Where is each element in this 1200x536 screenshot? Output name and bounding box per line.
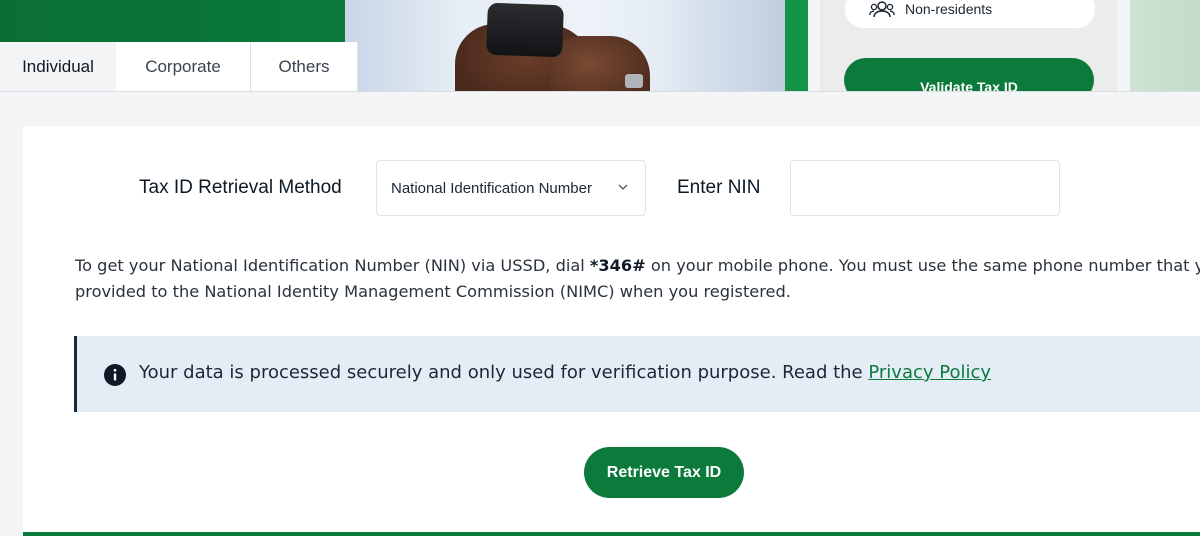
hero-image	[345, 0, 785, 92]
privacy-notice-text: Your data is processed securely and only…	[139, 362, 992, 383]
non-residents-option[interactable]: Non-residents	[845, 0, 1095, 28]
chevron-down-icon	[618, 184, 628, 190]
nin-label: Enter NIN	[677, 177, 761, 198]
info-icon	[104, 364, 126, 386]
tab-corporate[interactable]: Corporate	[116, 42, 251, 92]
tab-others[interactable]: Others	[251, 42, 358, 92]
decorative-strip	[1130, 0, 1200, 92]
validate-tax-id-button[interactable]: Validate Tax ID	[844, 58, 1094, 92]
tab-individual[interactable]: Individual	[0, 42, 116, 92]
taxpayer-type-tabs: Individual Corporate Others	[0, 42, 358, 92]
ussd-code: *346#	[589, 256, 646, 275]
hero-banner: Non-residents Validate Tax ID Individual…	[0, 0, 1200, 92]
card-bottom-border	[23, 532, 1200, 536]
retrieval-method-label: Tax ID Retrieval Method	[139, 177, 342, 198]
privacy-policy-link[interactable]: Privacy Policy	[868, 362, 991, 383]
retrieve-tax-id-button[interactable]: Retrieve Tax ID	[584, 447, 744, 498]
users-icon	[869, 1, 895, 18]
phone-illustration	[486, 2, 564, 58]
non-residents-label: Non-residents	[905, 1, 993, 17]
retrieval-method-select[interactable]: National Identification Number	[376, 160, 646, 216]
divider	[0, 91, 1200, 92]
nin-input[interactable]	[790, 160, 1060, 216]
retrieval-method-value: National Identification Number	[391, 179, 592, 197]
ussd-instructions: To get your National Identification Numb…	[75, 256, 1200, 301]
